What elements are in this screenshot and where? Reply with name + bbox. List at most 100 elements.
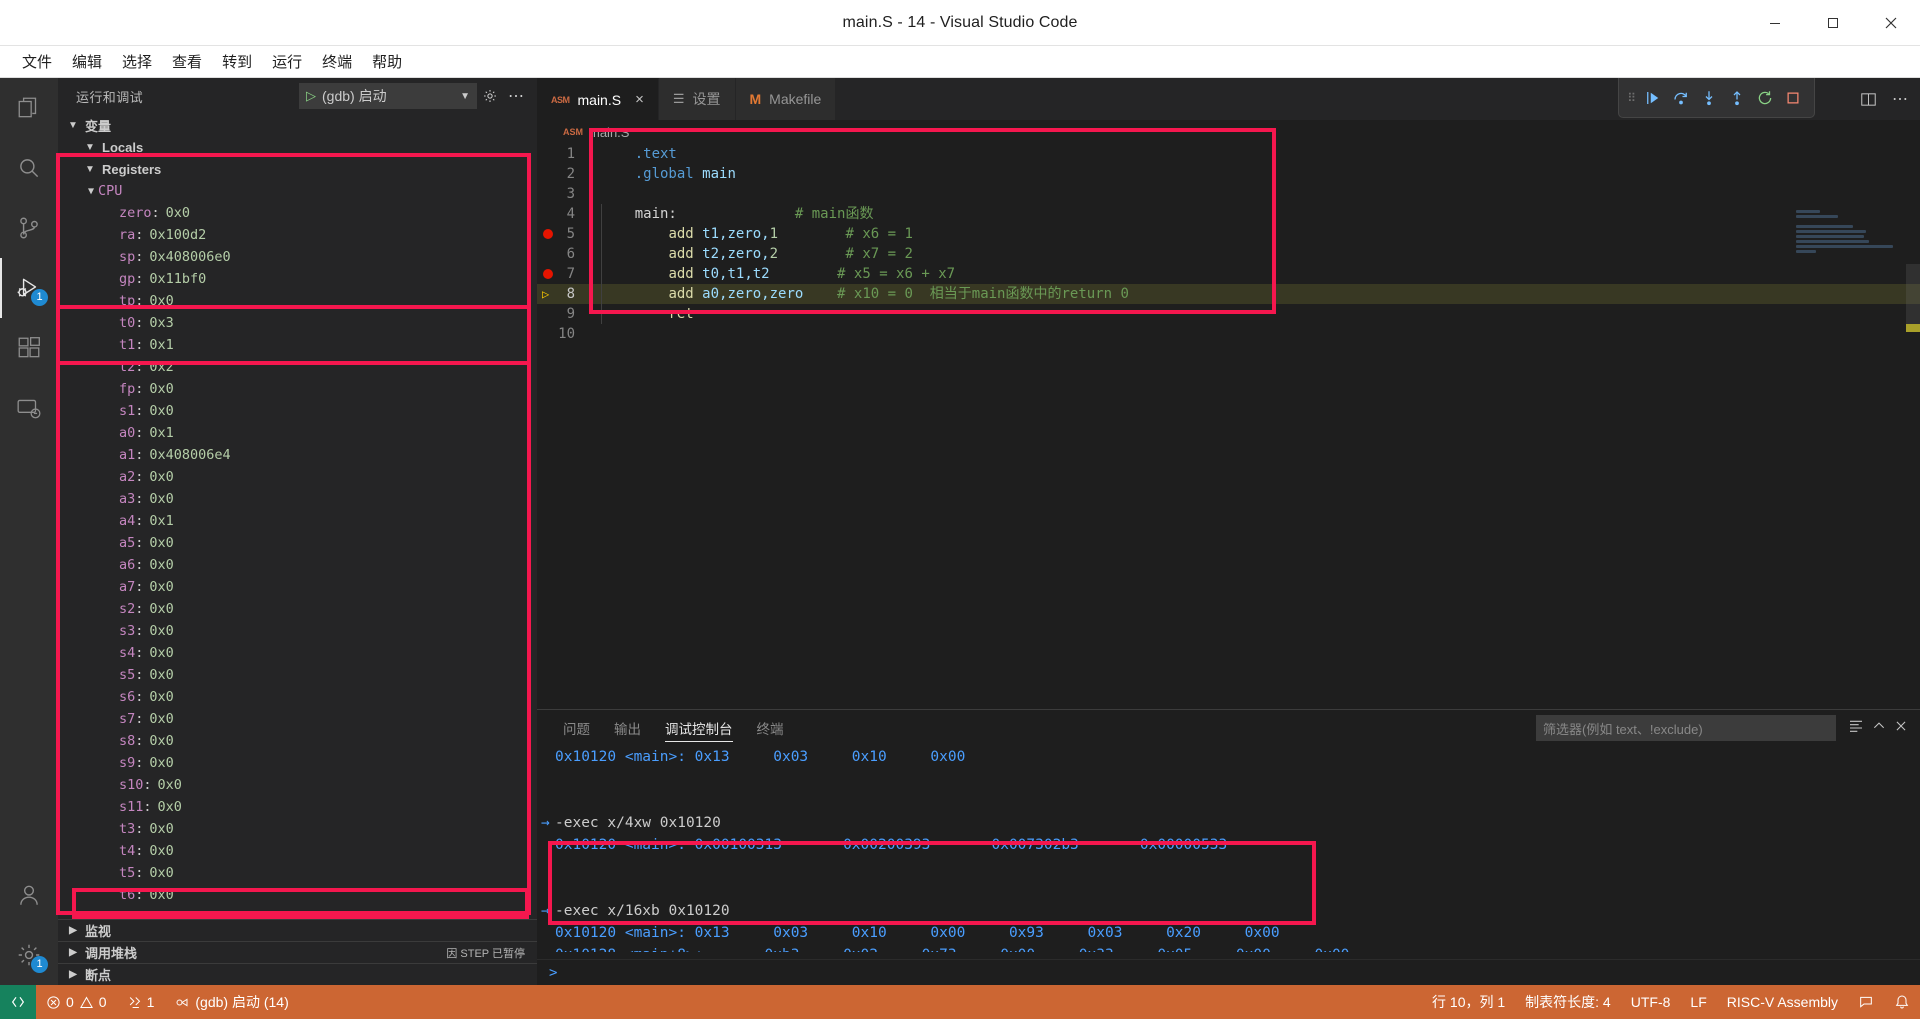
tree-section-variables[interactable]: ▼ 变量 (58, 114, 537, 136)
panel-tab-debug-console[interactable]: 调试控制台 (653, 710, 745, 746)
code-line[interactable]: 7 add t0,t1,t2 # x5 = x6 + x7 (537, 264, 1920, 284)
register-row[interactable]: t3:0x0 (58, 818, 537, 840)
register-row[interactable]: fp:0x0 (58, 378, 537, 400)
register-row[interactable]: a3:0x0 (58, 488, 537, 510)
menu-go[interactable]: 转到 (212, 49, 262, 74)
breadcrumb[interactable]: ASM main.S (537, 120, 1920, 144)
code-line[interactable]: 2 .global main (537, 164, 1920, 184)
launch-config-dropdown[interactable]: ▷ (gdb) 启动 ▼ (299, 83, 477, 109)
menu-run[interactable]: 运行 (262, 49, 312, 74)
panel-tab-problems[interactable]: 问题 (551, 710, 602, 746)
sidebar-section-watch[interactable]: ▶ 监视 (58, 919, 537, 941)
tab-settings[interactable]: ☰ 设置 (659, 78, 736, 120)
menu-view[interactable]: 查看 (162, 49, 212, 74)
menu-terminal[interactable]: 终端 (312, 49, 362, 74)
maximize-icon[interactable] (1804, 0, 1862, 46)
menu-help[interactable]: 帮助 (362, 49, 412, 74)
debug-session-status[interactable]: (gdb) 启动 (14) (164, 985, 298, 1019)
register-row[interactable]: a0:0x1 (58, 422, 537, 444)
sidebar-section-breakpoints[interactable]: ▶ 断点 (58, 963, 537, 985)
tab-makefile[interactable]: M Makefile (736, 78, 837, 120)
accounts-icon[interactable] (0, 865, 58, 925)
restart-button[interactable] (1752, 85, 1778, 111)
breakpoint-icon[interactable] (543, 229, 553, 239)
register-row[interactable]: a4:0x1 (58, 510, 537, 532)
step-into-button[interactable] (1696, 85, 1722, 111)
encoding[interactable]: UTF-8 (1621, 985, 1681, 1019)
close-panel-icon[interactable] (1894, 719, 1908, 738)
sidebar-more-actions-icon[interactable]: ⋯ (503, 83, 529, 109)
register-row[interactable]: a7:0x0 (58, 576, 537, 598)
start-debug-icon[interactable]: ▷ (306, 88, 316, 104)
source-control-icon[interactable] (0, 198, 58, 258)
menu-file[interactable]: 文件 (12, 49, 62, 74)
register-row[interactable]: s3:0x0 (58, 620, 537, 642)
register-row[interactable]: zero:0x0 (58, 202, 537, 224)
console-filter-input[interactable]: 筛选器(例如 text、!exclude) (1536, 715, 1836, 741)
register-row[interactable]: s2:0x0 (58, 598, 537, 620)
register-row[interactable]: a5:0x0 (58, 532, 537, 554)
menu-select[interactable]: 选择 (112, 49, 162, 74)
step-out-button[interactable] (1724, 85, 1750, 111)
problems-status[interactable]: 0 0 (36, 985, 117, 1019)
register-row[interactable]: t0:0x3 (58, 312, 537, 334)
register-row[interactable]: pc:0x1012c (58, 906, 537, 919)
close-icon[interactable]: × (635, 92, 644, 107)
register-row[interactable]: s1:0x0 (58, 400, 537, 422)
more-actions-icon[interactable]: ⋯ (1886, 86, 1914, 112)
run-debug-icon[interactable]: 1 (0, 258, 58, 318)
register-row[interactable]: t6:0x0 (58, 884, 537, 906)
tree-node-cpu[interactable]: ▼ CPU (58, 180, 537, 202)
cursor-position[interactable]: 行 10，列 1 (1422, 985, 1515, 1019)
tree-node-locals[interactable]: ▼ Locals (58, 136, 537, 158)
register-row[interactable]: s7:0x0 (58, 708, 537, 730)
search-icon[interactable] (0, 138, 58, 198)
register-row[interactable]: t1:0x1 (58, 334, 537, 356)
menu-edit[interactable]: 编辑 (62, 49, 112, 74)
stop-button[interactable] (1780, 85, 1806, 111)
register-row[interactable]: s11:0x0 (58, 796, 537, 818)
register-row[interactable]: t4:0x0 (58, 840, 537, 862)
code-line[interactable]: ▷8 add a0,zero,zero # x10 = 0 相当于main函数中… (537, 284, 1920, 304)
clear-console-icon[interactable] (1848, 718, 1864, 739)
register-row[interactable]: t5:0x0 (58, 862, 537, 884)
code-line[interactable]: 5 add t1,zero,1 # x6 = 1 (537, 224, 1920, 244)
register-row[interactable]: s6:0x0 (58, 686, 537, 708)
close-icon[interactable] (1862, 0, 1920, 46)
code-line[interactable]: 9 ret (537, 304, 1920, 324)
breakpoint-icon[interactable] (543, 269, 553, 279)
open-launch-json-gear-icon[interactable] (477, 83, 503, 109)
step-over-button[interactable] (1668, 85, 1694, 111)
minimize-icon[interactable] (1746, 0, 1804, 46)
code-line[interactable]: 3 (537, 184, 1920, 204)
notifications-bell-icon[interactable] (1884, 985, 1920, 1019)
register-row[interactable]: tp:0x0 (58, 290, 537, 312)
code-line[interactable]: 4 main: # main函数 (537, 204, 1920, 224)
variables-tree[interactable]: ▼ 变量 ▼ Locals ▼ Registers ▼ CPU zero:0x0… (58, 114, 537, 919)
panel-tab-output[interactable]: 输出 (602, 710, 653, 746)
language-mode[interactable]: RISC-V Assembly (1717, 985, 1848, 1019)
debug-console-output[interactable]: 0x10120 <main>: 0x13 0x03 0x10 0x00→-exe… (537, 746, 1920, 952)
editor-scrollbar[interactable] (1906, 264, 1920, 324)
register-row[interactable]: s8:0x0 (58, 730, 537, 752)
register-row[interactable]: gp:0x11bf0 (58, 268, 537, 290)
debug-console-input[interactable]: > (537, 959, 1920, 985)
tab-main-s[interactable]: ASM main.S × (537, 78, 659, 120)
register-row[interactable]: s10:0x0 (58, 774, 537, 796)
register-row[interactable]: a2:0x0 (58, 466, 537, 488)
remote-indicator[interactable] (0, 985, 36, 1019)
register-row[interactable]: t2:0x2 (58, 356, 537, 378)
explorer-icon[interactable] (0, 78, 58, 138)
sidebar-section-callstack[interactable]: ▶ 调用堆栈 因 STEP 已暂停 (58, 941, 537, 963)
collapse-panel-icon[interactable] (1872, 719, 1886, 738)
feedback-icon[interactable] (1848, 985, 1884, 1019)
register-row[interactable]: a6:0x0 (58, 554, 537, 576)
register-row[interactable]: s5:0x0 (58, 664, 537, 686)
code-line[interactable]: 1 .text (537, 144, 1920, 164)
minimap[interactable] (1796, 210, 1906, 330)
ports-status[interactable]: 1 (117, 985, 165, 1019)
split-editor-icon[interactable] (1854, 86, 1882, 112)
tree-node-registers[interactable]: ▼ Registers (58, 158, 537, 180)
code-editor[interactable]: 1 .text2 .global main34 main: # main函数5 … (537, 144, 1920, 709)
remote-explorer-icon[interactable] (0, 378, 58, 438)
